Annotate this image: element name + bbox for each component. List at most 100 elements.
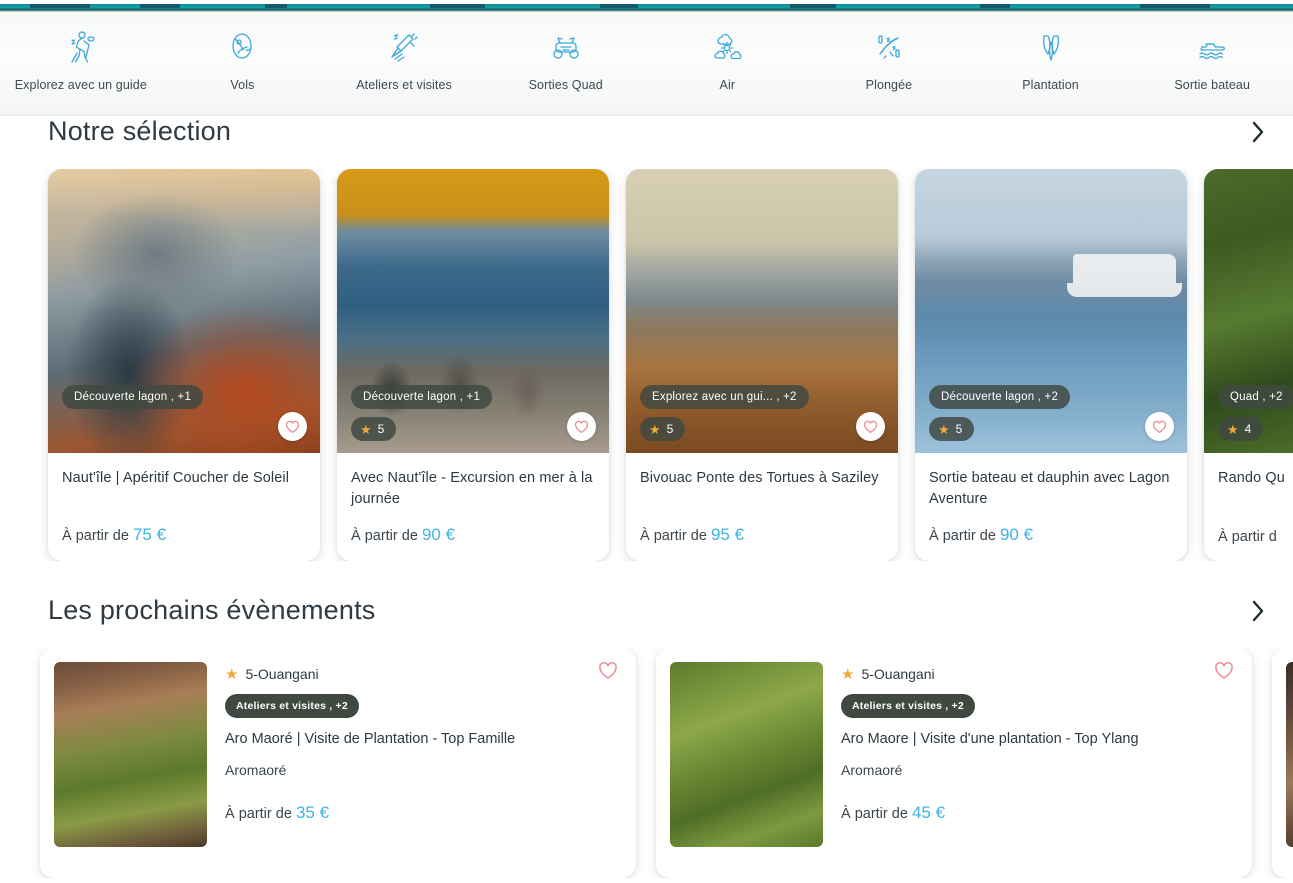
- price-prefix: À partir de: [225, 806, 292, 822]
- rating-value: 5: [377, 422, 385, 436]
- event-image: [1286, 662, 1293, 847]
- star-icon: ★: [938, 421, 950, 437]
- section-prochains-evenements: Les prochains évènements ★ 5-Ouangani At…: [0, 595, 1293, 878]
- hiker-icon: [58, 26, 104, 66]
- category-label: Vols: [230, 78, 255, 92]
- rating-badge: ★ 5: [640, 417, 686, 441]
- category-sortie-bateau[interactable]: Sortie bateau: [1131, 12, 1293, 115]
- diving-icon: [866, 26, 912, 66]
- category-label: Sortie bateau: [1174, 78, 1251, 92]
- tour-body: Avec Naut'île - Excursion en mer à la jo…: [337, 453, 609, 561]
- category-explorez-avec-un-guide[interactable]: Explorez avec un guide: [0, 12, 162, 115]
- tour-body: Bivouac Ponte des Tortues à Saziley À pa…: [626, 453, 898, 561]
- event-location: ★ 5-Ouangani: [841, 666, 1238, 682]
- favorite-heart-icon[interactable]: [598, 662, 620, 682]
- tour-image: [626, 169, 898, 453]
- star-icon: ★: [225, 665, 239, 683]
- tour-title: Rando Qu: [1218, 470, 1285, 486]
- tour-image: [1204, 169, 1293, 453]
- section-notre-selection: Notre sélection Découverte lagon , +1 Na…: [0, 116, 1293, 561]
- tour-title: Bivouac Ponte des Tortues à Saziley: [640, 470, 879, 486]
- tour-card[interactable]: Quad , +2 ★ 4 Rando Qu À partir d: [1204, 169, 1293, 561]
- favorite-heart-icon[interactable]: [278, 412, 307, 441]
- category-label: Explorez avec un guide: [14, 78, 147, 92]
- category-plongee[interactable]: Plongée: [808, 12, 970, 115]
- hero-bottom-edge: [0, 0, 1293, 12]
- tour-card[interactable]: Découverte lagon , +1 Naut'île | Apériti…: [48, 169, 320, 561]
- tour-image: [915, 169, 1187, 453]
- rating-badge: ★ 4: [1218, 417, 1264, 441]
- tour-title: Avec Naut'île - Excursion en mer à la jo…: [351, 470, 593, 508]
- favorite-heart-icon[interactable]: [1214, 662, 1236, 682]
- event-organizer: Aromaoré: [841, 762, 903, 778]
- category-vols[interactable]: Vols: [162, 12, 324, 115]
- tour-price: À partir d: [1218, 529, 1277, 545]
- category-ateliers-et-visites[interactable]: Ateliers et visites: [323, 12, 485, 115]
- events-carousel[interactable]: ★ 5-Ouangani Ateliers et visites , +2 Ar…: [0, 648, 1293, 878]
- selection-carousel[interactable]: Découverte lagon , +1 Naut'île | Apériti…: [0, 169, 1293, 561]
- event-price: À partir de 45 €: [841, 803, 1238, 823]
- price-prefix: À partir de: [929, 528, 996, 544]
- price-prefix: À partir de: [841, 806, 908, 822]
- tour-body: Rando Qu À partir d: [1204, 453, 1293, 561]
- rating-value: 5: [955, 422, 963, 436]
- event-category-chip: Ateliers et visites , +2: [841, 694, 975, 718]
- event-location-label: 5-Ouangani: [245, 666, 319, 682]
- tour-image: [337, 169, 609, 453]
- favorite-heart-icon[interactable]: [856, 412, 885, 441]
- quad-bike-icon: [543, 26, 589, 66]
- section-header: Notre sélection: [0, 116, 1293, 147]
- star-icon: ★: [841, 665, 855, 683]
- event-location-label: 5-Ouangani: [861, 666, 935, 682]
- tour-card[interactable]: Découverte lagon , +2 ★ 5 Sortie bateau …: [915, 169, 1187, 561]
- event-organizer: Aromaoré: [225, 762, 287, 778]
- tour-price: À partir de 90 €: [929, 511, 1173, 545]
- tour-title: Sortie bateau et dauphin avec Lagon Aven…: [929, 470, 1170, 508]
- tour-card[interactable]: Explorez avec un gui... , +2 ★ 5 Bivouac…: [626, 169, 898, 561]
- tour-category-chip: Quad , +2: [1218, 385, 1293, 409]
- boat-icon: [1189, 26, 1235, 66]
- tour-title: Naut'île | Apéritif Coucher de Soleil: [62, 470, 290, 486]
- event-card[interactable]: ★ 5-Ouangani Ateliers et visites , +2 Ar…: [656, 648, 1252, 878]
- clouds-sun-icon: [704, 26, 750, 66]
- section-header: Les prochains évènements: [0, 595, 1293, 626]
- star-icon: ★: [360, 421, 372, 437]
- category-plantation[interactable]: Plantation: [970, 12, 1132, 115]
- event-title: Aro Maoré | Visite de Plantation - Top F…: [225, 731, 516, 747]
- event-image: [670, 662, 823, 847]
- events-next-arrow-icon[interactable]: [1243, 596, 1273, 626]
- event-price: À partir de 35 €: [225, 803, 622, 823]
- event-card[interactable]: [1272, 648, 1293, 878]
- event-image: [54, 662, 207, 847]
- selection-next-arrow-icon[interactable]: [1243, 117, 1273, 147]
- favorite-heart-icon[interactable]: [1145, 412, 1174, 441]
- paraglider-icon: [219, 26, 265, 66]
- event-location: ★ 5-Ouangani: [225, 666, 622, 682]
- price-value: 90 €: [999, 525, 1034, 544]
- category-nav: Explorez avec un guide Vols Ateliers et …: [0, 12, 1293, 116]
- price-value: 75 €: [132, 525, 167, 544]
- event-info: ★ 5-Ouangani Ateliers et visites , +2 Ar…: [841, 662, 1238, 864]
- event-card[interactable]: ★ 5-Ouangani Ateliers et visites , +2 Ar…: [40, 648, 636, 878]
- rating-badge: ★ 5: [929, 417, 975, 441]
- tour-category-chip: Découverte lagon , +1: [62, 385, 204, 409]
- tour-price: À partir de 90 €: [351, 511, 595, 545]
- tour-body: Naut'île | Apéritif Coucher de Soleil À …: [48, 453, 320, 561]
- tour-body: Sortie bateau et dauphin avec Lagon Aven…: [915, 453, 1187, 561]
- price-prefix: À partir de: [62, 528, 129, 544]
- price-prefix: À partir de: [351, 528, 418, 544]
- tour-card[interactable]: Découverte lagon , +1 ★ 5 Avec Naut'île …: [337, 169, 609, 561]
- category-label: Ateliers et visites: [356, 78, 452, 92]
- favorite-heart-icon[interactable]: [567, 412, 596, 441]
- tour-category-chip: Découverte lagon , +2: [929, 385, 1071, 409]
- tour-price: À partir de 95 €: [640, 511, 884, 545]
- tour-category-chip: Explorez avec un gui... , +2: [640, 385, 809, 409]
- plant-leaves-icon: [1028, 26, 1074, 66]
- category-sorties-quad[interactable]: Sorties Quad: [485, 12, 647, 115]
- rating-badge: ★ 5: [351, 417, 397, 441]
- rating-value: 4: [1244, 422, 1252, 436]
- price-value: 45 €: [911, 803, 946, 822]
- category-label: Plongée: [865, 78, 913, 92]
- category-air[interactable]: Air: [647, 12, 809, 115]
- tour-price: À partir de 75 €: [62, 511, 306, 545]
